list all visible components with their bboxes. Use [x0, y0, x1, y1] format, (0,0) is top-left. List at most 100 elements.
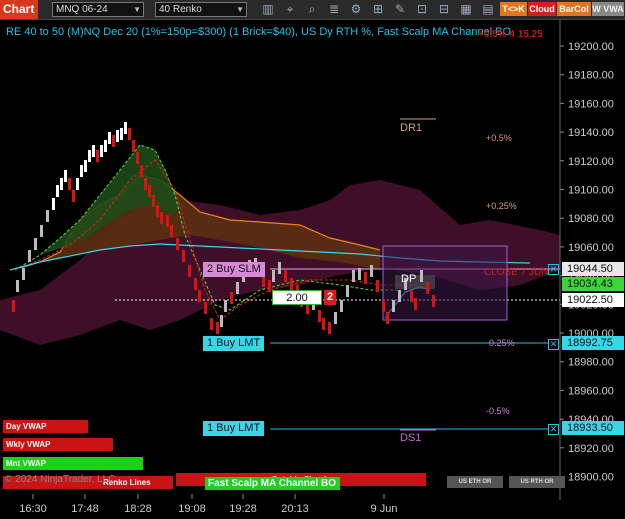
fast-scalp-toggle[interactable]: Fast Scalp MA Channel BO [205, 477, 340, 490]
renko-brick-down [414, 298, 417, 310]
renko-brick-up [108, 132, 111, 144]
close-icon[interactable]: ✕ [548, 264, 559, 275]
dp-label: DP [401, 273, 416, 285]
x-tick-label: 16:30 [19, 503, 47, 515]
tk-toggle-button[interactable]: T<>K [500, 2, 527, 16]
close-icon[interactable]: ✕ [548, 339, 559, 350]
bar-chart-icon[interactable]: ▥ [260, 2, 276, 17]
crosshair-icon[interactable]: ⌖ [282, 2, 298, 17]
renko-brick-up [104, 140, 107, 152]
pct-m025-label: 0.25% [489, 338, 515, 348]
renko-brick-down [96, 150, 99, 162]
close-icon[interactable]: ✕ [548, 424, 559, 435]
wkly-vwap-toggle[interactable]: Wkly VWAP [3, 438, 113, 451]
drawing-tools-icon[interactable]: ✎ [392, 2, 408, 17]
x-tick-label: 9 Jun [371, 503, 398, 515]
strategies-icon[interactable]: ⚙ [348, 2, 364, 17]
renko-brick-down [128, 128, 131, 140]
top-pct-label: +0.5% 4 15.25 [478, 29, 543, 40]
renko-brick-up [60, 178, 63, 190]
renko-brick-up [236, 282, 239, 294]
renko-brick-up [34, 238, 37, 250]
renko-brick-down [156, 205, 159, 217]
y-tick-label: 19100.00 [568, 185, 614, 197]
renko-brick-down [432, 295, 435, 307]
renko-brick-down [148, 185, 151, 197]
renko-brick-down [204, 302, 207, 314]
chart-trader-icon[interactable]: ⊟ [436, 2, 452, 17]
renko-brick-up [124, 122, 127, 134]
price-tag-buy-lmt-2: 18933.50 [562, 421, 624, 435]
wvwa-toggle-button[interactable]: W VWA [592, 2, 624, 16]
renko-brick-up [46, 210, 49, 222]
renko-brick-down [328, 322, 331, 334]
renko-brick-up [16, 280, 19, 292]
renko-brick-down [194, 278, 197, 290]
renko-brick-down [132, 140, 135, 152]
x-axis-labels: 16:30 17:48 18:28 19:08 19:28 20:13 9 Jun [19, 494, 397, 515]
instrument-selector[interactable]: MNQ 06-24 ▼ [52, 2, 144, 17]
renko-brick-up [76, 178, 79, 190]
renko-brick-down [216, 322, 219, 334]
buy-lmt-order-2[interactable]: 1 Buy LMT [203, 421, 265, 436]
renko-brick-up [92, 145, 95, 157]
layout-icon[interactable]: ▤ [480, 2, 496, 17]
renko-brick-up [392, 300, 395, 312]
renko-brick-down [322, 318, 325, 330]
order-qty-badge[interactable]: 2 [324, 290, 336, 305]
zoom-icon[interactable]: ⌕ [304, 2, 320, 17]
x-tick-label: 20:13 [281, 503, 309, 515]
renko-brick-down [198, 290, 201, 302]
bar-type-selector[interactable]: 40 Renko ▼ [155, 2, 247, 17]
order-qty-field[interactable]: 2.00 [272, 290, 322, 305]
x-tick-label: 19:08 [178, 503, 206, 515]
data-box-icon[interactable]: ▦ [458, 2, 474, 17]
renko-brick-up [40, 225, 43, 237]
chevron-down-icon: ▼ [236, 5, 244, 14]
buy-slm-order[interactable]: 2 Buy SLM [203, 262, 265, 277]
renko-brick-up [346, 285, 349, 297]
renko-brick-up [64, 170, 67, 182]
x-tick-label: 17:48 [71, 503, 99, 515]
renko-brick-down [376, 280, 379, 292]
templates-icon[interactable]: ⊡ [414, 2, 430, 17]
y-tick-label: 19200.00 [568, 41, 614, 53]
renko-brick-down [290, 278, 293, 290]
renko-brick-down [170, 225, 173, 237]
instrument-value: MNQ 06-24 [56, 4, 108, 15]
renko-brick-down [182, 250, 185, 262]
renko-brick-up [370, 265, 373, 277]
indicators-icon[interactable]: ⊞ [370, 2, 386, 17]
mnt-vwap-toggle[interactable]: Mnt VWAP [3, 457, 143, 470]
renko-brick-down [364, 272, 367, 284]
chevron-down-icon: ▼ [133, 5, 141, 14]
renko-brick-up [220, 315, 223, 327]
us-rth-or-button[interactable]: US RTH OR [509, 476, 565, 488]
cloud-toggle-button[interactable]: Cloud [528, 2, 556, 16]
renko-brick-up [28, 250, 31, 262]
renko-brick-down [284, 270, 287, 282]
price-tag-vwap: 19034.43 [562, 277, 624, 291]
y-tick-label: 19140.00 [568, 127, 614, 139]
chart-title-tab[interactable]: Chart [0, 0, 38, 19]
y-tick-label: 19080.00 [568, 213, 614, 225]
us-eth-or-button[interactable]: US ETH OR [447, 476, 503, 488]
properties-icon[interactable]: ≣ [326, 2, 342, 17]
buy-lmt-order-1[interactable]: 1 Buy LMT [203, 336, 265, 351]
day-vwap-toggle[interactable]: Day VWAP [3, 420, 88, 433]
price-tag-buy-slm: 19044.50 [562, 262, 624, 276]
renko-brick-up [84, 160, 87, 172]
renko-brick-up [120, 128, 123, 140]
y-tick-label: 19120.00 [568, 156, 614, 168]
y-tick-label: 18920.00 [568, 443, 614, 455]
y-tick-label: 19060.00 [568, 242, 614, 254]
renko-brick-down [230, 292, 233, 304]
renko-brick-up [80, 165, 83, 177]
y-tick-label: 19180.00 [568, 70, 614, 82]
barcol-toggle-button[interactable]: BarCol [557, 2, 591, 16]
x-tick-label: 18:28 [124, 503, 152, 515]
y-tick-label: 18980.00 [568, 357, 614, 369]
renko-brick-up [52, 198, 55, 210]
renko-brick-down [318, 310, 321, 322]
price-tag-last: 19022.50 [562, 293, 624, 307]
